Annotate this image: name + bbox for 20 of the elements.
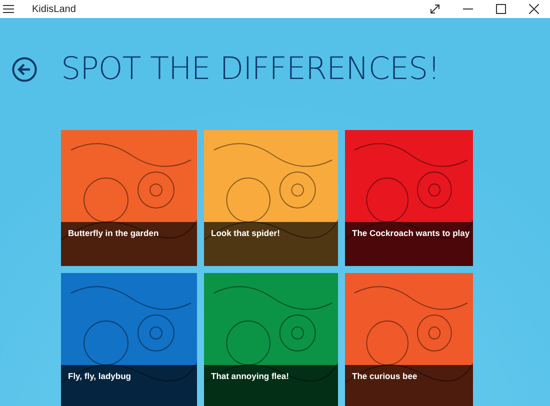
close-icon[interactable] [528, 4, 538, 14]
picture-tile[interactable]: The curious bee [345, 273, 473, 406]
tile-caption: Look that spider! [204, 222, 338, 266]
picture-tile[interactable]: That annoying flea! [204, 273, 338, 406]
window-title: KidisLand [32, 4, 76, 14]
tile-caption: The curious bee [345, 365, 473, 406]
back-icon[interactable] [12, 56, 37, 82]
tile-caption: Fly, fly, ladybug [61, 365, 197, 406]
picture-tile[interactable]: The Cockroach wants to play [345, 130, 473, 266]
picture-tile[interactable]: Fly, fly, ladybug [61, 273, 197, 406]
page-title: SPOT THE DIFFERENCES! [61, 51, 440, 87]
tile-caption: That annoying flea! [204, 365, 338, 406]
tile-caption: Butterfly in the garden [61, 222, 197, 266]
fullscreen-icon[interactable] [430, 4, 440, 14]
menu-icon[interactable] [3, 4, 15, 14]
picture-tile[interactable]: Butterfly in the garden [61, 130, 197, 266]
minimize-icon[interactable] [462, 8, 472, 10]
picture-tile[interactable]: Look that spider! [204, 130, 338, 266]
maximize-icon[interactable] [496, 4, 506, 14]
tile-caption: The Cockroach wants to play [345, 222, 473, 266]
